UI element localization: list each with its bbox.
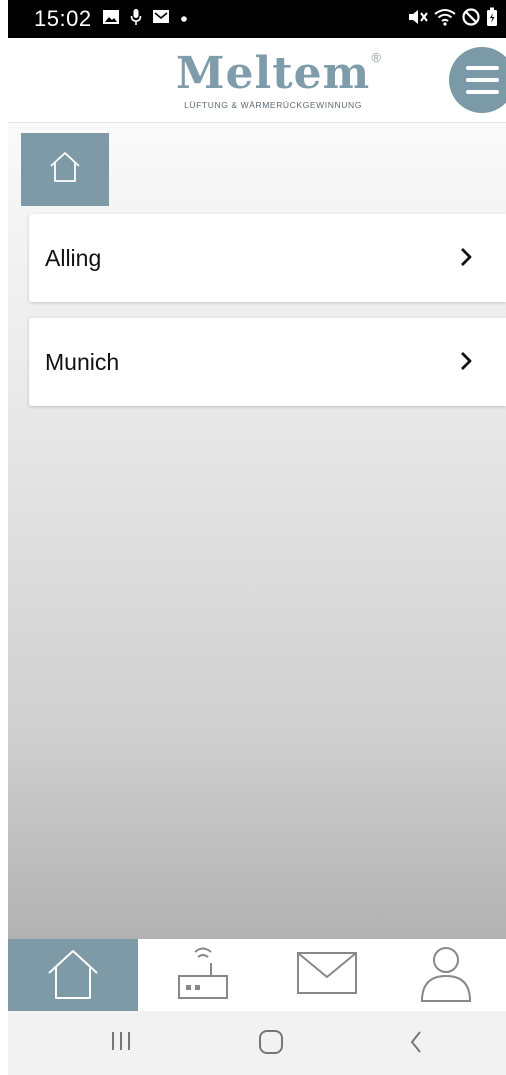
wifi-icon bbox=[434, 8, 456, 31]
home-icon bbox=[47, 149, 83, 190]
logo-text: Meltem bbox=[175, 48, 371, 99]
nav-tab-devices[interactable] bbox=[138, 939, 268, 1011]
envelope-icon bbox=[296, 949, 358, 1002]
user-icon bbox=[418, 943, 474, 1008]
do-not-disturb-icon bbox=[461, 7, 481, 32]
logo-tagline: LÜFTUNG & WÄRMERÜCKGEWINNUNG bbox=[184, 100, 362, 110]
meltem-logo: Meltem ® LÜFTUNG & WÄRMERÜCKGEWINNUNG bbox=[163, 48, 383, 114]
location-item-munich[interactable]: Munich bbox=[29, 318, 506, 406]
nav-tab-home[interactable] bbox=[8, 939, 138, 1011]
home-button[interactable] bbox=[258, 1029, 284, 1060]
bottom-navigation bbox=[8, 939, 506, 1011]
nav-tab-profile[interactable] bbox=[386, 939, 506, 1011]
logo-registered-mark: ® bbox=[371, 50, 381, 65]
chevron-right-icon bbox=[459, 247, 473, 272]
location-label: Munich bbox=[45, 349, 120, 375]
system-navigation-bar bbox=[8, 1011, 506, 1075]
app-screen: 15:02 Meltem ® LÜFTUNG & WÄRMERÜCKGEWINN… bbox=[0, 0, 506, 1075]
router-icon bbox=[173, 943, 233, 1008]
app-header: Meltem ® LÜFTUNG & WÄRMERÜCKGEWINNUNG bbox=[8, 38, 506, 123]
status-bar: 15:02 bbox=[8, 0, 506, 38]
mail-icon bbox=[152, 9, 170, 29]
back-button[interactable] bbox=[408, 1029, 424, 1060]
status-time: 15:02 bbox=[34, 6, 92, 31]
nav-tab-messages[interactable] bbox=[268, 939, 386, 1011]
location-item-alling[interactable]: Alling bbox=[29, 214, 506, 302]
mute-icon bbox=[407, 8, 429, 31]
hamburger-menu-button[interactable] bbox=[449, 47, 506, 113]
recents-button[interactable] bbox=[110, 1029, 132, 1058]
home-icon bbox=[45, 945, 101, 1006]
chevron-right-icon bbox=[459, 351, 473, 376]
battery-icon bbox=[486, 7, 498, 32]
dot-icon bbox=[180, 10, 188, 28]
location-label: Alling bbox=[45, 245, 102, 271]
location-list-area: Alling Munich bbox=[8, 123, 506, 939]
image-icon bbox=[102, 9, 120, 30]
breadcrumb-home-button[interactable] bbox=[21, 133, 109, 206]
microphone-icon bbox=[130, 8, 142, 31]
